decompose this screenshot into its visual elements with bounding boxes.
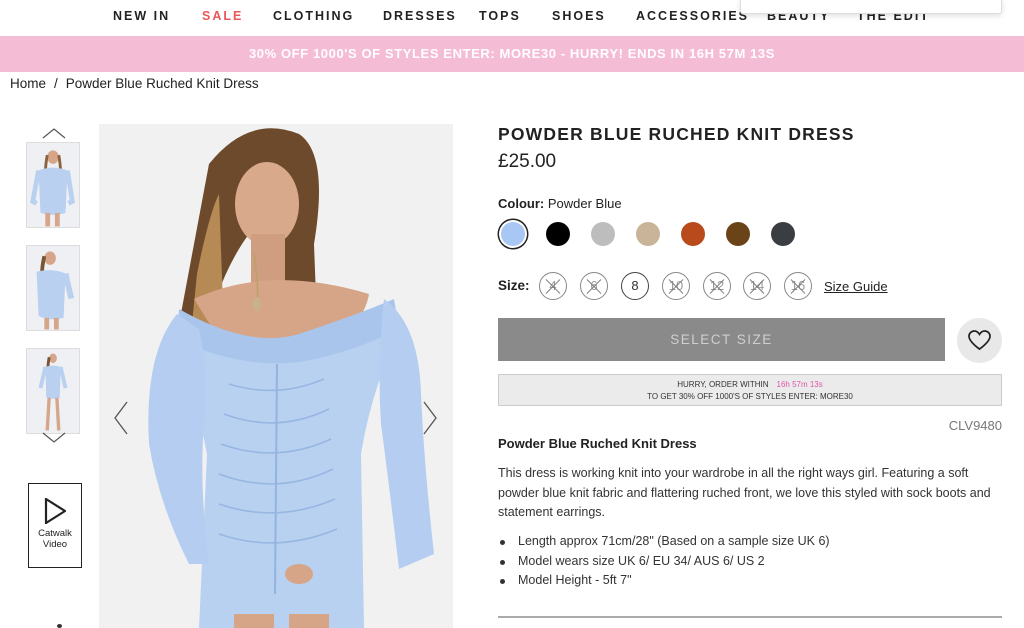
colour-label: Colour: <box>498 196 545 211</box>
hurry-promo-text: TO GET 30% OFF 1000'S OF STYLES ENTER: M… <box>647 392 853 401</box>
size-option-14[interactable]: 14 <box>743 272 771 300</box>
heart-icon <box>968 330 991 351</box>
colour-row: Colour: Powder Blue <box>498 196 622 211</box>
hurry-text: HURRY, ORDER WITHIN <box>677 380 769 389</box>
thumbnail-2[interactable] <box>26 245 80 331</box>
promo-text: 30% OFF 1000'S OF STYLES ENTER: MORE30 -… <box>248 46 776 61</box>
colour-swatch-stone[interactable] <box>636 222 660 246</box>
size-option-6[interactable]: 6 <box>580 272 608 300</box>
colour-swatch-powder-blue[interactable] <box>501 222 525 246</box>
size-guide-link[interactable]: Size Guide <box>824 279 888 294</box>
detail-length: Length approx 71cm/28" (Based on a sampl… <box>498 532 830 552</box>
colour-swatch-charcoal[interactable] <box>771 222 795 246</box>
size-option-10[interactable]: 10 <box>662 272 690 300</box>
top-navigation: NEW IN SALE CLOTHING DRESSES TOPS SHOES … <box>0 0 1024 34</box>
description-title: Powder Blue Ruched Knit Dress <box>498 436 697 451</box>
image-next-arrow-icon[interactable] <box>422 400 438 436</box>
product-description: This dress is working knit into your war… <box>498 466 991 519</box>
section-divider <box>498 616 1002 618</box>
product-sku: CLV9480 <box>948 418 1002 433</box>
size-label: Size: <box>498 278 530 293</box>
nav-dropdown-panel <box>740 0 1002 14</box>
play-icon <box>44 498 66 524</box>
breadcrumb-current: Powder Blue Ruched Knit Dress <box>65 76 259 91</box>
detail-model-size: Model wears size UK 6/ EU 34/ AUS 6/ US … <box>498 552 830 572</box>
thumbnail-1[interactable] <box>26 142 80 228</box>
catwalk-video-button[interactable]: Catwalk Video <box>28 483 82 568</box>
nav-dresses[interactable]: DRESSES <box>383 9 457 23</box>
colour-value: Powder Blue <box>547 196 622 211</box>
product-price: £25.00 <box>498 151 557 172</box>
thumbnail-3[interactable] <box>26 348 80 434</box>
nav-sale[interactable]: SALE <box>202 9 243 23</box>
nav-tops[interactable]: TOPS <box>479 9 521 23</box>
nav-shoes[interactable]: SHOES <box>552 9 606 23</box>
breadcrumb-home[interactable]: Home <box>10 76 46 91</box>
colour-swatch-rust[interactable] <box>681 222 705 246</box>
main-product-image <box>99 124 453 628</box>
product-details-list: Length approx 71cm/28" (Based on a sampl… <box>498 532 830 591</box>
promo-banner[interactable]: 30% OFF 1000'S OF STYLES ENTER: MORE30 -… <box>0 36 1024 72</box>
size-option-16[interactable]: 16 <box>784 272 812 300</box>
breadcrumb: Home / Powder Blue Ruched Knit Dress <box>10 76 259 91</box>
nav-clothing[interactable]: CLOTHING <box>273 9 354 23</box>
size-option-8[interactable]: 8 <box>621 272 649 300</box>
product-title: POWDER BLUE RUCHED KNIT DRESS <box>498 124 855 144</box>
colour-swatch-brown[interactable] <box>726 222 750 246</box>
carousel-dot[interactable] <box>57 624 62 628</box>
countdown-notice: HURRY, ORDER WITHIN 16h 57m 13s TO GET 30… <box>498 374 1002 406</box>
colour-swatch-black[interactable] <box>546 222 570 246</box>
select-size-button[interactable]: SELECT SIZE <box>498 318 945 361</box>
size-option-4[interactable]: 4 <box>539 272 567 300</box>
catwalk-label: Catwalk Video <box>38 528 72 550</box>
size-option-12[interactable]: 12 <box>703 272 731 300</box>
nav-new-in[interactable]: NEW IN <box>113 9 170 23</box>
colour-swatch-grey[interactable] <box>591 222 615 246</box>
detail-model-height: Model Height - 5ft 7" <box>498 571 830 591</box>
breadcrumb-separator: / <box>54 76 58 91</box>
wishlist-button[interactable] <box>957 318 1002 363</box>
image-prev-arrow-icon[interactable] <box>113 400 129 436</box>
hurry-timer: 16h 57m 13s <box>776 380 823 389</box>
chevron-up-icon[interactable] <box>42 127 66 139</box>
nav-accessories[interactable]: ACCESSORIES <box>636 9 749 23</box>
chevron-down-icon[interactable] <box>42 432 66 444</box>
